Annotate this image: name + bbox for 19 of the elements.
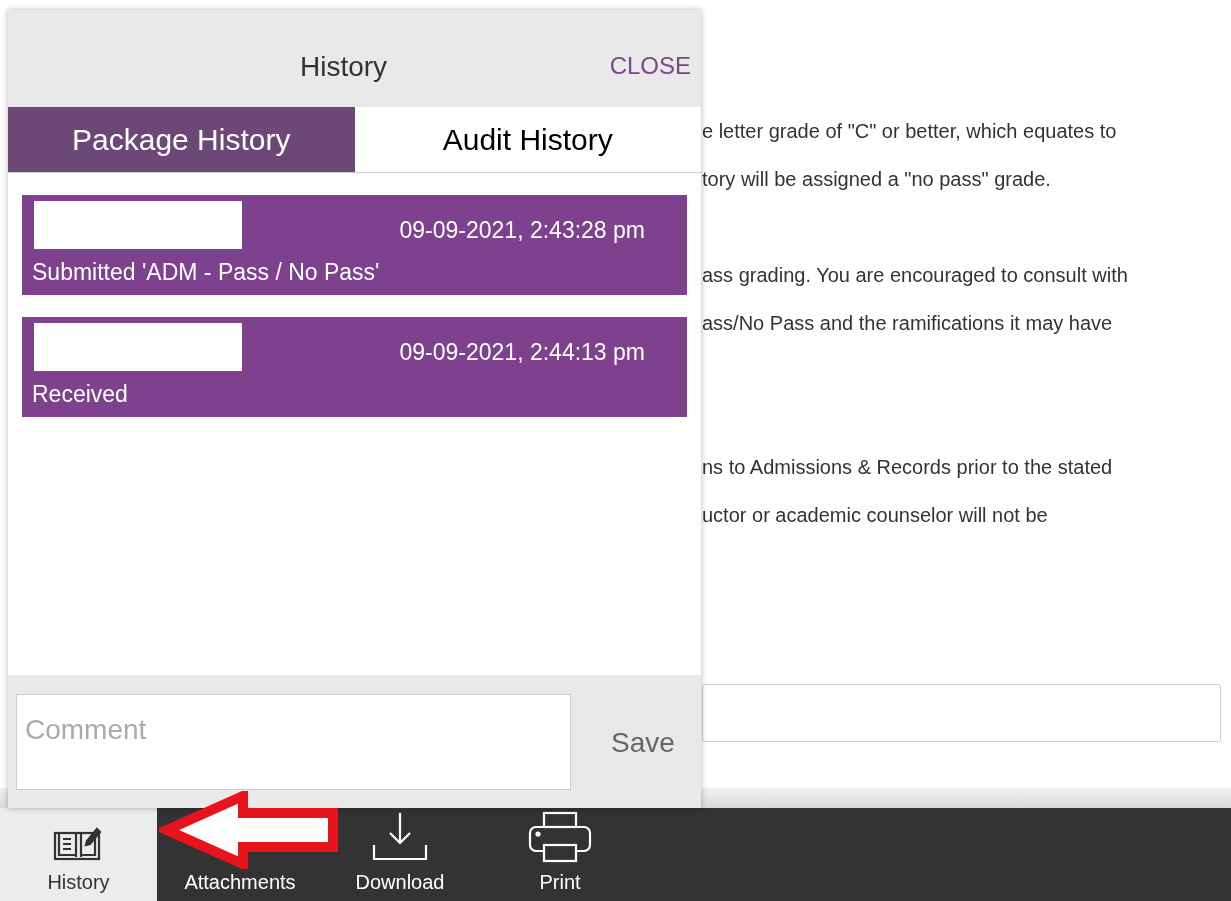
document-text-line: ass grading. You are encouraged to consult with bbox=[702, 263, 1128, 288]
document-text-line: uctor or academic counselor will not be bbox=[702, 503, 1048, 528]
save-button[interactable]: Save bbox=[611, 722, 675, 764]
document-text-line: ns to Admissions & Records prior to the stated bbox=[702, 455, 1113, 480]
entry-timestamp: 09-09-2021, 2:43:28 pm bbox=[399, 216, 645, 245]
comment-field[interactable]: Comment bbox=[16, 694, 571, 790]
document-text-line: ass/No Pass and the ramifications it may have bbox=[702, 311, 1113, 336]
close-button[interactable]: CLOSE bbox=[609, 48, 691, 84]
toolbar-button[interactable]: History bbox=[0, 808, 157, 901]
input-field[interactable] bbox=[702, 684, 1221, 742]
document-text-line: e letter grade of "C" or better, which equates to bbox=[702, 119, 1117, 144]
entry-action: Submitted 'ADM - Pass / No Pass' bbox=[32, 258, 380, 287]
download-icon bbox=[371, 811, 429, 863]
entry-timestamp: 09-09-2021, 2:44:13 pm bbox=[399, 338, 645, 367]
tab[interactable]: Package History bbox=[8, 107, 355, 172]
printer-icon bbox=[528, 811, 592, 863]
entry-action: Received bbox=[32, 380, 128, 409]
document-text-line: tory will be assigned a "no pass" grade. bbox=[702, 167, 1051, 192]
panel-title: History bbox=[300, 50, 388, 84]
